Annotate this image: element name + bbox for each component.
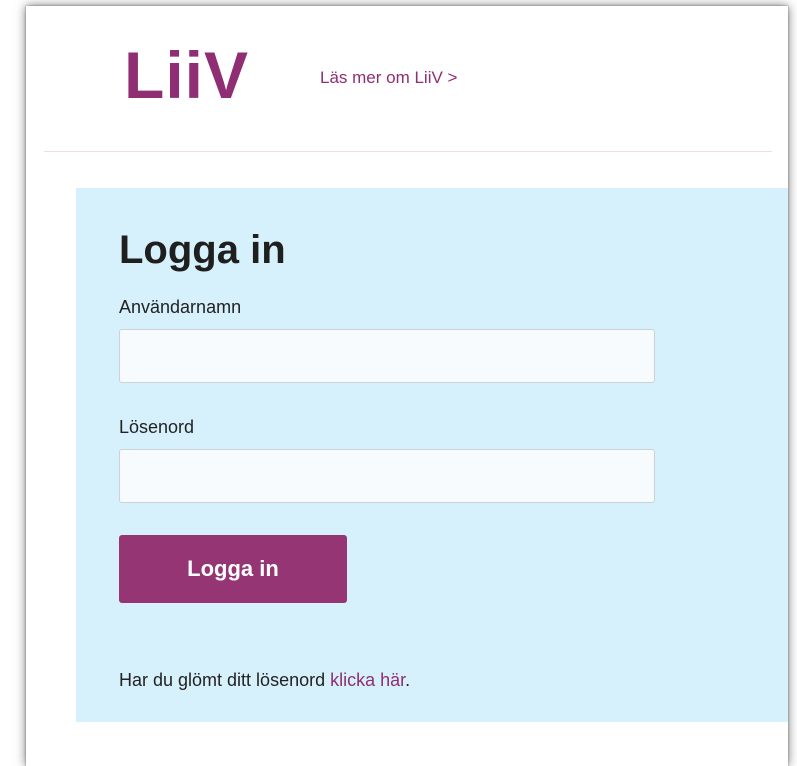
about-liiv-link[interactable]: Läs mer om LiiV > [320, 68, 457, 88]
browser-window: LiiV Läs mer om LiiV > Logga in Användar… [26, 6, 788, 766]
site-header: LiiV Läs mer om LiiV > [26, 6, 788, 152]
username-label: Användarnamn [119, 297, 242, 317]
login-title: Logga in [119, 228, 286, 272]
forgot-password-prefix: Har du glömt ditt lösenord [119, 670, 331, 690]
liiv-logo[interactable]: LiiV [124, 42, 249, 108]
login-panel: Logga in Användarnamn Lösenord Logga in … [76, 188, 788, 722]
header-divider [44, 151, 772, 152]
password-input[interactable] [119, 449, 655, 503]
forgot-password-suffix: . [405, 670, 411, 690]
username-input[interactable] [119, 329, 655, 383]
password-label: Lösenord [119, 417, 195, 437]
login-button[interactable]: Logga in [119, 535, 347, 603]
forgot-password-link[interactable]: klicka här [330, 670, 405, 690]
forgot-password-text: Har du glömt ditt lösenord klicka här. [119, 670, 410, 691]
